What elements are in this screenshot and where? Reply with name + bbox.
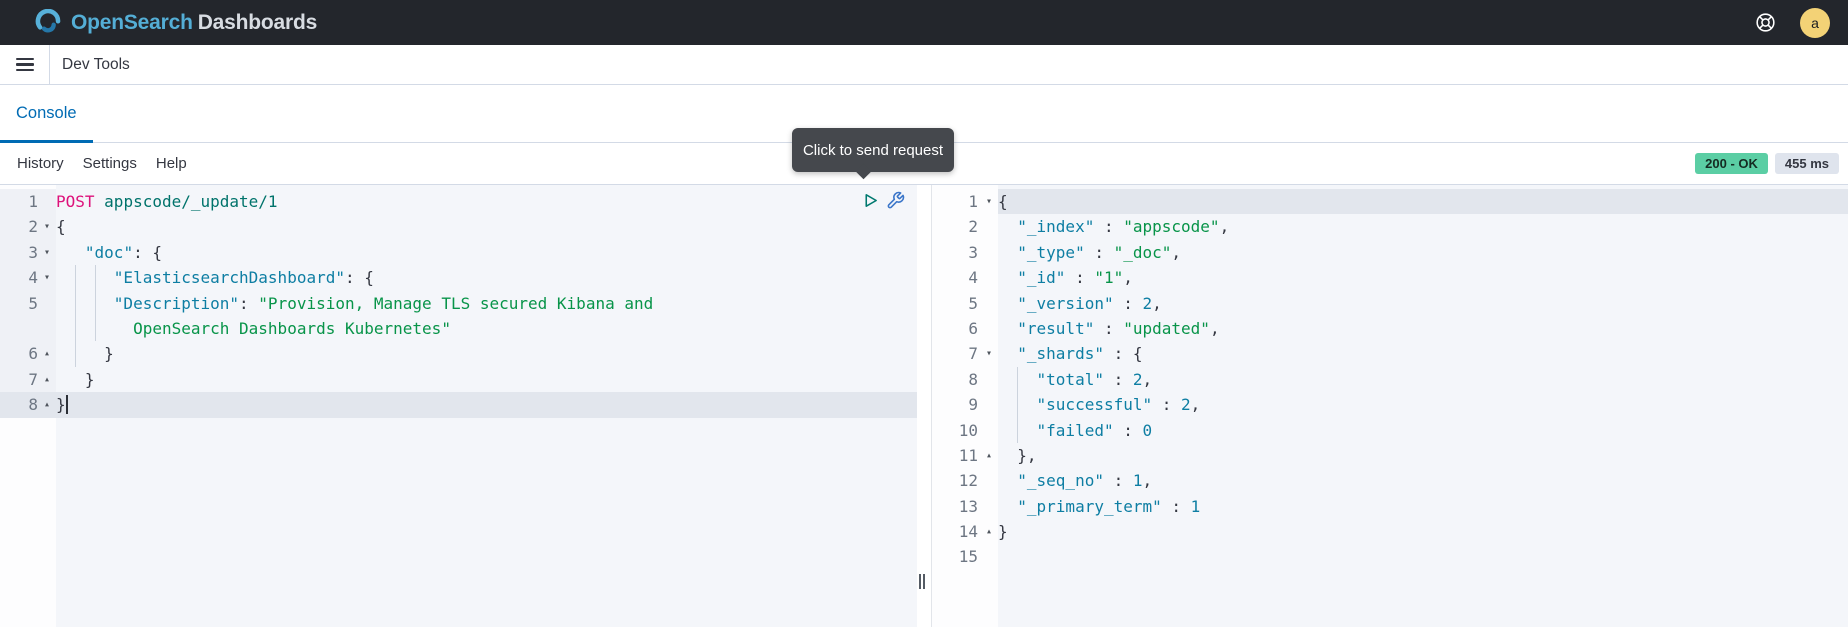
- opensearch-dashboards-app: OpenSearchDashboards a Dev Tools Console: [0, 0, 1848, 627]
- line-number: 3: [28, 240, 38, 265]
- line-number: 10: [959, 418, 978, 443]
- line-number: 2: [28, 214, 38, 239]
- code-line: 8▴}: [0, 392, 917, 417]
- fold-toggle-icon[interactable]: ▴: [40, 341, 54, 366]
- code-line: 7▴ }: [0, 367, 917, 392]
- line-number: 2: [968, 214, 978, 239]
- app-header: OpenSearchDashboards a: [0, 0, 1848, 45]
- line-number: 7: [28, 367, 38, 392]
- code-line: 6 "result" : "updated",: [932, 316, 1848, 341]
- code-line: 1▾{: [932, 189, 1848, 214]
- line-number: 4: [28, 265, 38, 290]
- line-number: 9: [968, 392, 978, 417]
- code-line: 5 "Description": "Provision, Manage TLS …: [0, 291, 917, 316]
- request-editor[interactable]: 1POST appscode/_update/12▾{3▾ "doc": {4▾…: [0, 185, 917, 627]
- lifebuoy-help-icon: [1753, 10, 1778, 35]
- menu-item-history[interactable]: History: [17, 155, 64, 172]
- response-editor-lines: 1▾{2 "_index" : "appscode",3 "_type" : "…: [932, 189, 1848, 570]
- line-number: 13: [959, 494, 978, 519]
- code-line: 2 "_index" : "appscode",: [932, 214, 1848, 239]
- code-line: 3 "_type" : "_doc",: [932, 240, 1848, 265]
- line-number: 8: [28, 392, 38, 417]
- navbar: Dev Tools: [0, 45, 1848, 85]
- request-options-button[interactable]: [885, 190, 905, 210]
- line-number: 11: [959, 443, 978, 468]
- code-line: 6▴ }: [0, 341, 917, 366]
- code-line: 13 "_primary_term" : 1: [932, 494, 1848, 519]
- code-line: 11▴ },: [932, 443, 1848, 468]
- user-avatar[interactable]: a: [1800, 8, 1830, 38]
- code-line: 1POST appscode/_update/1: [0, 189, 917, 214]
- fold-toggle-icon[interactable]: ▾: [40, 214, 54, 239]
- fold-toggle-icon[interactable]: ▾: [982, 341, 996, 366]
- code-line: 7▾ "_shards" : {: [932, 341, 1848, 366]
- line-number: 4: [968, 265, 978, 290]
- code-line: 8 "total" : 2,: [932, 367, 1848, 392]
- fold-toggle-icon[interactable]: ▴: [40, 392, 54, 417]
- line-number: 5: [28, 291, 38, 316]
- fold-toggle-icon[interactable]: ▴: [982, 443, 996, 468]
- code-line: 12 "_seq_no" : 1,: [932, 468, 1848, 493]
- tooltip-text: Click to send request: [803, 142, 943, 159]
- line-number: 8: [968, 367, 978, 392]
- brand-primary: OpenSearch: [71, 11, 193, 34]
- resizer-grip-icon: [919, 574, 929, 589]
- panel-resizer[interactable]: [917, 185, 931, 627]
- console-editors: 1POST appscode/_update/12▾{3▾ "doc": {4▾…: [0, 185, 1848, 627]
- code-line: 5 "_version" : 2,: [932, 291, 1848, 316]
- send-request-button[interactable]: [860, 190, 880, 210]
- line-number: 1: [28, 189, 38, 214]
- text-cursor: [66, 395, 68, 414]
- code-line: 3▾ "doc": {: [0, 240, 917, 265]
- tab-console[interactable]: Console: [0, 85, 93, 142]
- line-number: 6: [28, 341, 38, 366]
- fold-toggle-icon[interactable]: ▾: [40, 265, 54, 290]
- send-request-tooltip: Click to send request: [792, 128, 954, 172]
- response-editor[interactable]: 1▾{2 "_index" : "appscode",3 "_type" : "…: [931, 185, 1848, 627]
- status-code-badge: 200 - OK: [1695, 153, 1768, 174]
- app-title: OpenSearchDashboards: [71, 11, 317, 35]
- breadcrumb: Dev Tools: [62, 56, 130, 74]
- line-number: 14: [959, 519, 978, 544]
- opensearch-logo[interactable]: OpenSearchDashboards: [34, 9, 317, 37]
- hamburger-icon: [16, 54, 34, 75]
- code-line: 4▾ "ElasticsearchDashboard": {: [0, 265, 917, 290]
- fold-toggle-icon[interactable]: ▴: [40, 367, 54, 392]
- line-number: 6: [968, 316, 978, 341]
- request-editor-lines: 1POST appscode/_update/12▾{3▾ "doc": {4▾…: [0, 189, 917, 418]
- line-number: 5: [968, 291, 978, 316]
- code-line: 10 "failed" : 0: [932, 418, 1848, 443]
- play-icon: [862, 192, 879, 209]
- line-number: 12: [959, 468, 978, 493]
- code-line: 4 "_id" : "1",: [932, 265, 1848, 290]
- opensearch-logo-icon: [34, 9, 62, 37]
- menu-button[interactable]: [0, 45, 50, 84]
- fold-toggle-icon[interactable]: ▾: [40, 240, 54, 265]
- menu-item-help[interactable]: Help: [156, 155, 187, 172]
- brand-secondary: Dashboards: [198, 11, 317, 34]
- code-line: 2▾{: [0, 214, 917, 239]
- fold-toggle-icon[interactable]: ▾: [982, 189, 996, 214]
- fold-toggle-icon[interactable]: ▴: [982, 519, 996, 544]
- line-number: 15: [959, 544, 978, 569]
- wrench-icon: [886, 191, 905, 210]
- code-line: 14▴}: [932, 519, 1848, 544]
- code-line: 15: [932, 544, 1848, 569]
- code-line: 9 "successful" : 2,: [932, 392, 1848, 417]
- line-number: 3: [968, 240, 978, 265]
- response-time-badge: 455 ms: [1775, 153, 1839, 174]
- help-button[interactable]: [1752, 10, 1778, 36]
- tab-console-label: Console: [16, 104, 77, 123]
- code-line: OpenSearch Dashboards Kubernetes": [0, 316, 917, 341]
- menu-item-settings[interactable]: Settings: [83, 155, 137, 172]
- line-number: 1: [968, 189, 978, 214]
- line-number: 7: [968, 341, 978, 366]
